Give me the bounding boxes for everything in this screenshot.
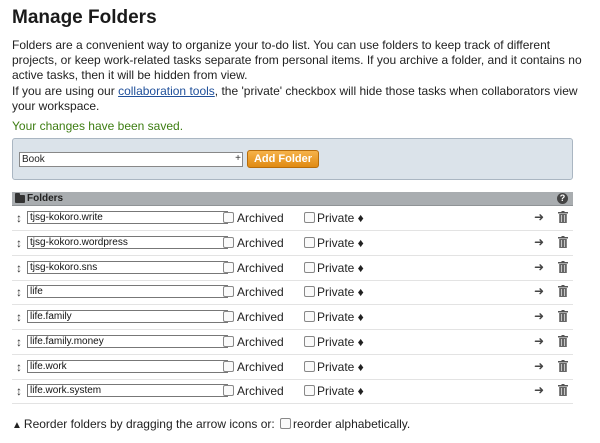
folder-name-input[interactable]: life.family.money	[27, 334, 228, 348]
private-checkbox[interactable]	[304, 212, 315, 223]
private-checkbox[interactable]	[304, 286, 315, 298]
trash-icon[interactable]	[558, 260, 568, 273]
folder-row: ↕ tjsg-kokoro.sns Archived Private ♦ ➜	[12, 257, 573, 281]
folder-name-input[interactable]: life.work.system	[27, 384, 228, 398]
drag-arrows-icon: ▲	[12, 420, 22, 431]
drag-arrows-icon[interactable]: ↕	[16, 311, 22, 323]
archived-label: Archived	[237, 285, 284, 300]
arrow-right-icon[interactable]: ➜	[534, 334, 544, 348]
archived-label: Archived	[237, 310, 284, 324]
archived-label: Archived	[237, 384, 284, 399]
private-checkbox[interactable]	[304, 311, 315, 322]
trash-icon[interactable]	[558, 310, 568, 322]
archived-label: Archived	[237, 359, 284, 374]
folder-name-input[interactable]: tjsg-kokoro.sns	[27, 260, 228, 274]
reorder-alphabetically-checkbox[interactable]	[280, 418, 292, 429]
drag-arrows-icon[interactable]: ↕	[16, 262, 22, 274]
folder-row: ↕ life.work Archived Private ♦ ➜	[12, 356, 573, 380]
folder-name-input[interactable]: life	[27, 285, 228, 299]
add-folder-panel: Book + Add Folder	[12, 138, 573, 180]
folder-icon	[15, 193, 25, 203]
folder-name-input[interactable]: tjsg-kokoro.write	[27, 211, 228, 224]
new-folder-input[interactable]: Book	[19, 152, 243, 167]
trash-icon[interactable]	[558, 334, 568, 347]
reorder-text-before: Reorder folders by dragging the arrow ic…	[23, 417, 275, 431]
archived-checkbox[interactable]	[223, 286, 234, 298]
arrow-right-icon[interactable]: ➜	[534, 284, 544, 298]
archived-label: Archived	[237, 260, 284, 275]
trash-icon[interactable]	[558, 359, 568, 372]
help-icon[interactable]: ?	[557, 193, 568, 204]
plus-icon[interactable]: +	[233, 152, 243, 167]
drag-arrows-icon[interactable]: ↕	[16, 212, 22, 224]
private-checkbox[interactable]	[304, 261, 315, 273]
arrow-right-icon[interactable]: ➜	[534, 260, 544, 274]
private-label: Private ♦	[317, 211, 364, 225]
arrow-right-icon[interactable]: ➜	[534, 383, 544, 397]
private-checkbox[interactable]	[304, 360, 315, 372]
private-label: Private ♦	[317, 235, 364, 250]
drag-arrows-icon[interactable]: ↕	[16, 361, 22, 373]
add-folder-button[interactable]: Add Folder	[247, 150, 319, 168]
folder-row: ↕ tjsg-kokoro.wordpress Archived Private ♦ ➜	[12, 232, 573, 256]
archived-checkbox[interactable]	[223, 311, 234, 322]
page-title: Manage Folders	[12, 7, 157, 28]
intro-text: Folders are a convenient way to organize…	[12, 38, 582, 82]
archived-label: Archived	[237, 211, 284, 225]
folder-row: ↕ life.work.system Archived Private ♦ ➜	[12, 380, 573, 405]
arrow-right-icon[interactable]: ➜	[534, 309, 544, 323]
archived-checkbox[interactable]	[223, 261, 234, 273]
arrow-right-icon[interactable]: ➜	[534, 359, 544, 373]
archived-checkbox[interactable]	[223, 335, 234, 347]
folders-header: Folders ?	[12, 192, 573, 206]
private-label: Private ♦	[317, 359, 364, 374]
arrow-right-icon[interactable]: ➜	[534, 235, 544, 249]
folder-row: ↕ tjsg-kokoro.write Archived Private ♦ ➜	[12, 207, 573, 231]
private-label: Private ♦	[317, 384, 364, 399]
trash-icon[interactable]	[558, 235, 568, 248]
drag-arrows-icon[interactable]: ↕	[16, 237, 22, 249]
trash-icon[interactable]	[558, 384, 568, 397]
private-label: Private ♦	[317, 260, 364, 275]
private-label: Private ♦	[317, 285, 364, 300]
folder-row: ↕ life.family.money Archived Private ♦ ➜	[12, 331, 573, 355]
archived-checkbox[interactable]	[223, 385, 234, 397]
collab-note: If you are using our collaboration tools…	[12, 84, 590, 114]
folder-row: ↕ life.family Archived Private ♦ ➜	[12, 306, 573, 330]
private-checkbox[interactable]	[304, 236, 315, 248]
saved-message: Your changes have been saved.	[12, 119, 184, 133]
private-checkbox[interactable]	[304, 335, 315, 347]
drag-arrows-icon[interactable]: ↕	[16, 385, 22, 397]
archived-checkbox[interactable]	[223, 212, 234, 223]
folder-row: ↕ life Archived Private ♦ ➜	[12, 281, 573, 306]
archived-checkbox[interactable]	[223, 360, 234, 372]
archived-checkbox[interactable]	[223, 236, 234, 248]
reorder-text-after: reorder alphabetically.	[293, 417, 411, 431]
archived-label: Archived	[237, 235, 284, 250]
folder-name-input[interactable]: tjsg-kokoro.wordpress	[27, 235, 228, 249]
trash-icon[interactable]	[558, 285, 568, 298]
private-label: Private ♦	[317, 310, 364, 324]
collab-text-before: If you are using our	[12, 84, 119, 98]
folders-header-label: Folders	[27, 193, 64, 204]
folder-name-input[interactable]: life.work	[27, 359, 228, 373]
private-checkbox[interactable]	[304, 385, 315, 397]
trash-icon[interactable]	[558, 211, 568, 223]
archived-label: Archived	[237, 334, 284, 349]
arrow-right-icon[interactable]: ➜	[534, 210, 544, 224]
collaboration-tools-link[interactable]: collaboration tools	[118, 84, 215, 98]
drag-arrows-icon[interactable]: ↕	[16, 336, 22, 348]
private-label: Private ♦	[317, 334, 364, 349]
folder-name-input[interactable]: life.family	[27, 310, 228, 323]
drag-arrows-icon[interactable]: ↕	[16, 286, 22, 298]
reorder-footer: ▲ Reorder folders by dragging the arrow i…	[12, 417, 410, 431]
